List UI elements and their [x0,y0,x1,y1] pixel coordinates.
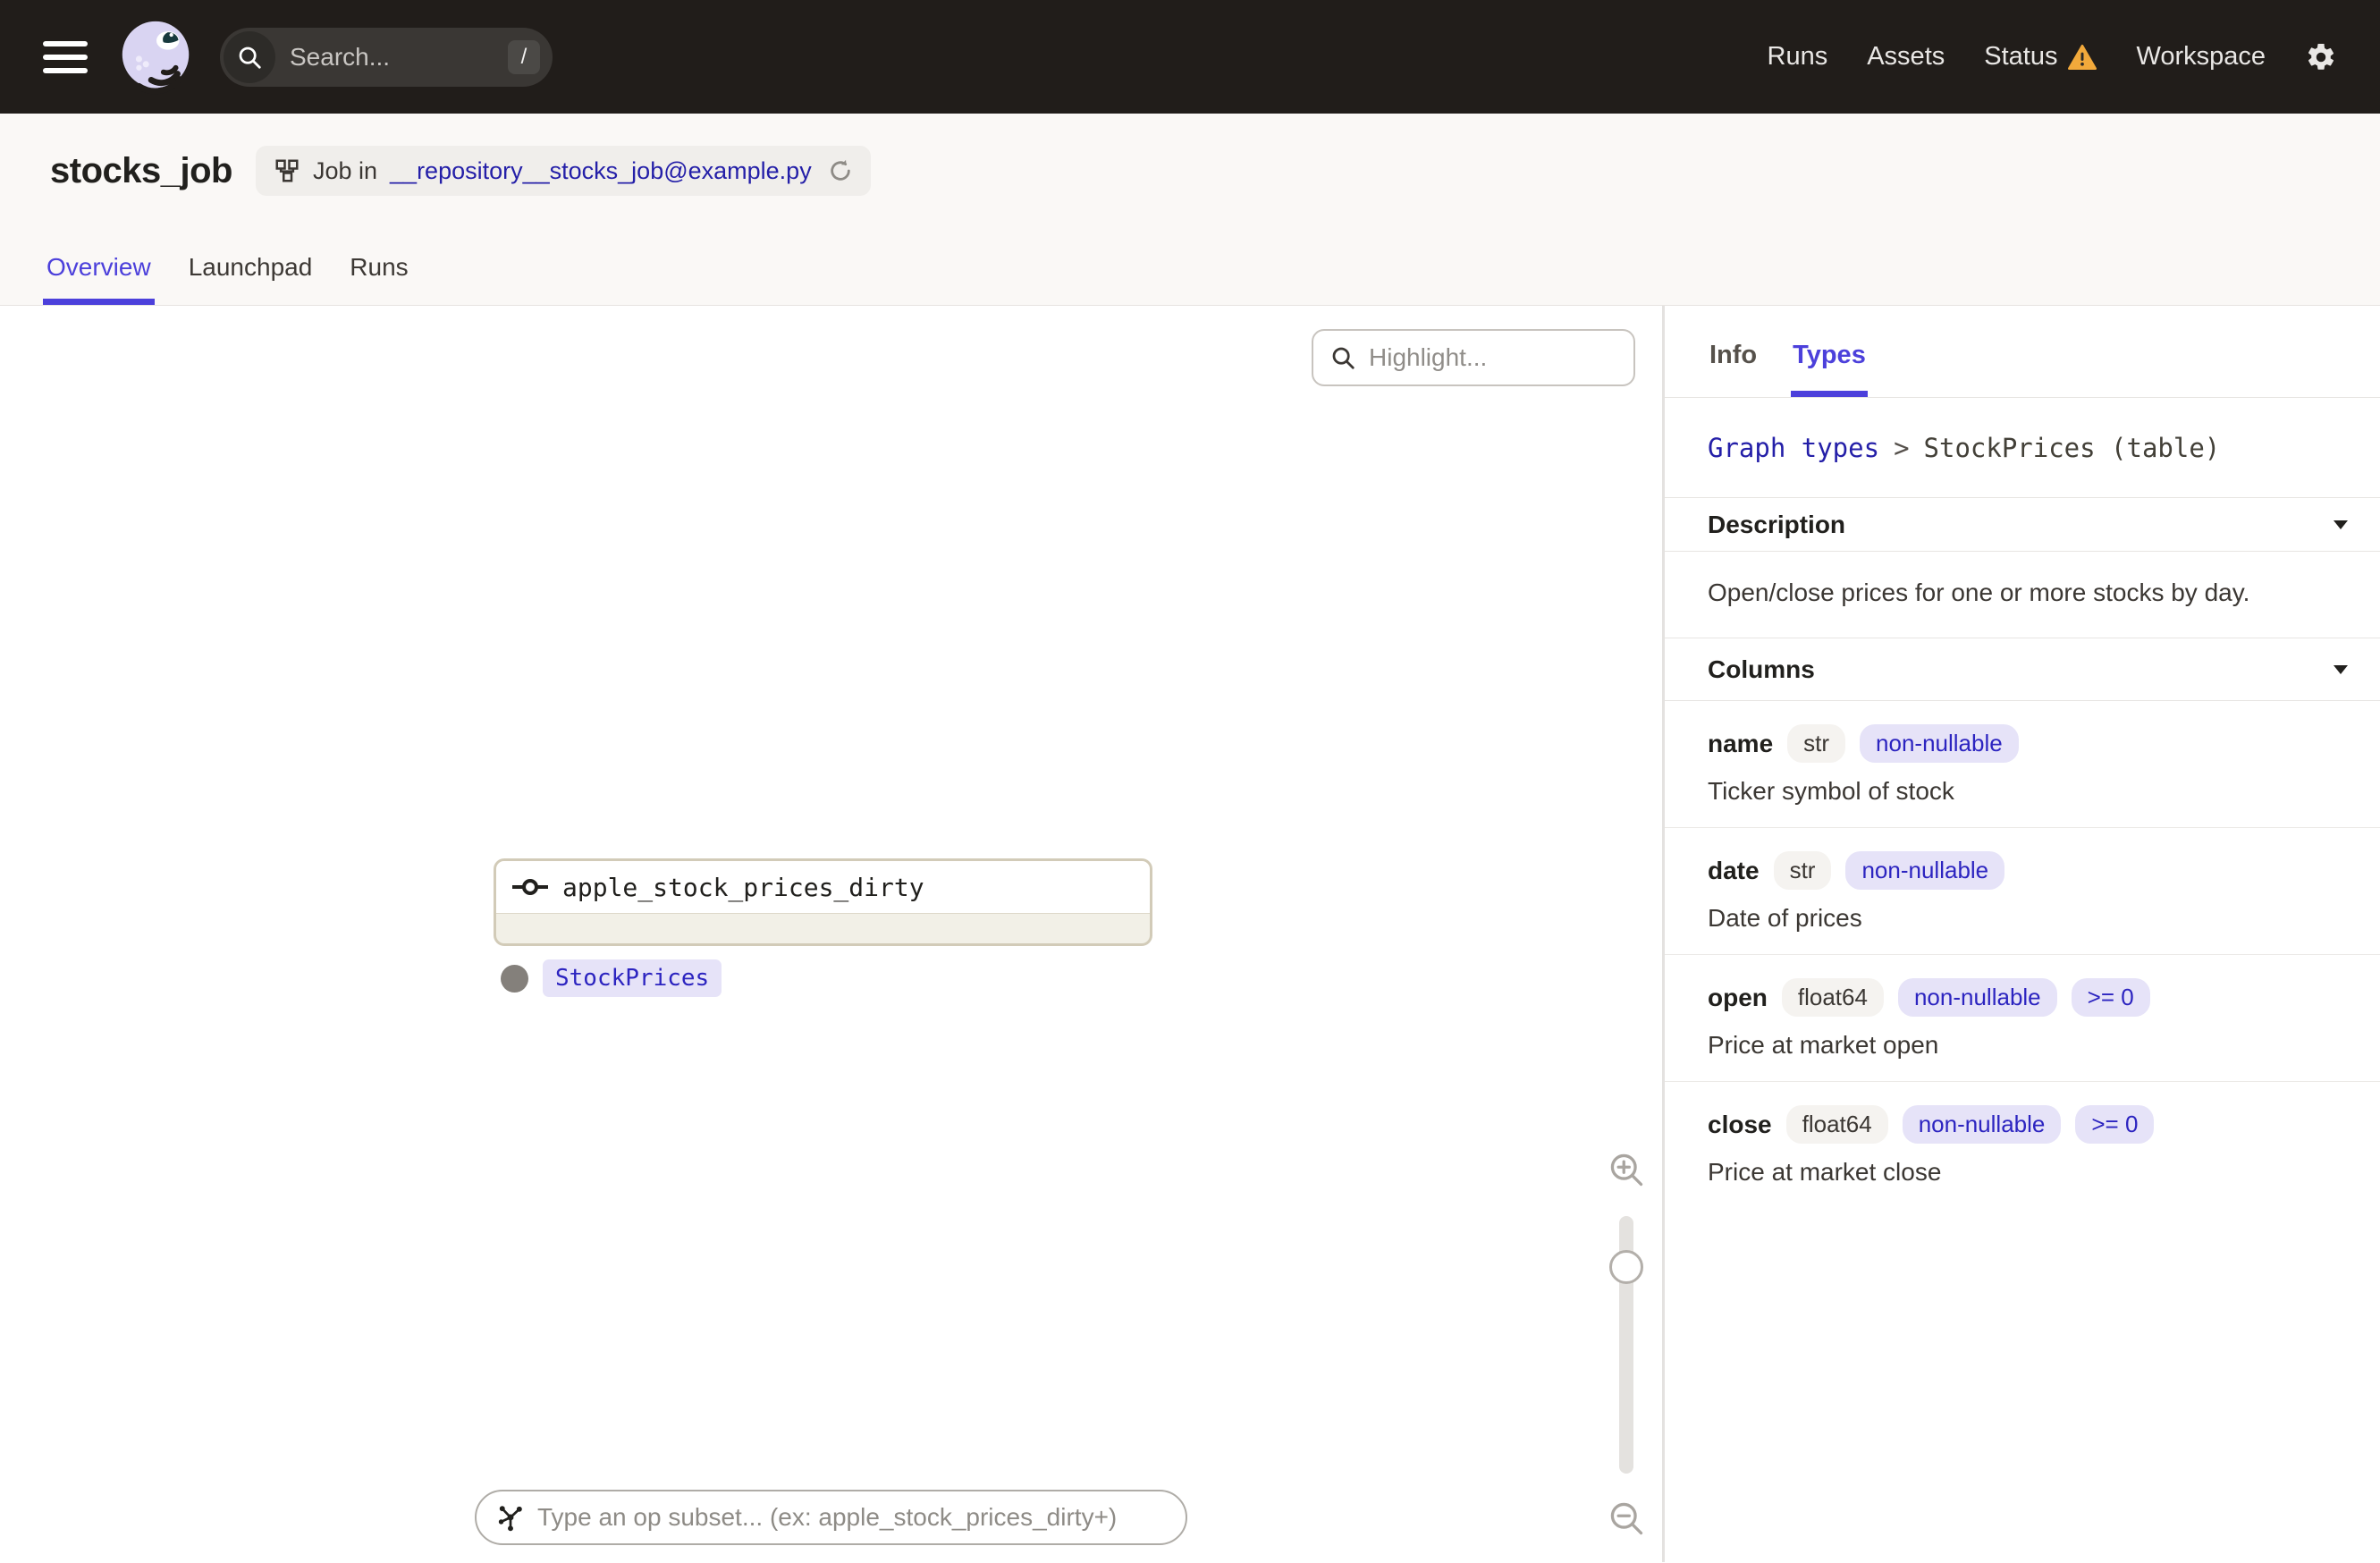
constraint-chip: non-nullable [1902,1105,2062,1144]
breadcrumb: Graph types > StockPrices (table) [1665,398,2380,498]
zoom-controls [1601,1150,1651,1538]
column-row-name: name str non-nullable Ticker symbol of s… [1665,701,2380,828]
column-description: Price at market open [1708,1031,1939,1059]
nav-item-assets[interactable]: Assets [1867,42,1945,72]
description-section-header[interactable]: Description [1665,498,2380,552]
hamburger-menu-icon[interactable] [43,40,88,73]
zoom-slider-handle[interactable] [1609,1250,1643,1284]
zoom-in-icon[interactable] [1601,1150,1651,1189]
type-chip: str [1787,724,1846,763]
type-chip: str [1773,851,1832,890]
column-description: Ticker symbol of stock [1708,777,1954,805]
job-tag-prefix: Job in [312,156,378,184]
job-graph-icon [275,159,299,182]
description-text: Open/close prices for one or more stocks… [1665,552,2380,638]
zoom-slider-track[interactable] [1609,1216,1643,1474]
page-header: stocks_job Job in __repository__stocks_j… [0,114,2380,306]
op-node-title: apple_stock_prices_dirty [562,872,924,902]
chevron-down-icon [2334,520,2348,529]
dagster-logo-icon[interactable] [113,13,200,101]
search-input[interactable] [275,42,508,72]
highlight-search [1312,329,1635,386]
sidebar-tab-info[interactable]: Info [1708,341,1759,397]
search-icon [1332,347,1355,369]
sidebar-tab-types[interactable]: Types [1791,341,1868,397]
constraint-chip: non-nullable [1860,724,2019,763]
columns-section-header[interactable]: Columns [1665,638,2380,701]
column-description: Date of prices [1708,904,1862,932]
column-row-open: open float64 non-nullable >= 0 Price at … [1665,955,2380,1082]
tab-runs[interactable]: Runs [346,253,411,305]
graph-canvas[interactable]: apple_stock_prices_dirty StockPrices [0,306,1665,1562]
op-icon [512,879,548,895]
settings-gear-icon[interactable] [2305,41,2337,73]
search-icon [224,30,275,83]
tab-overview[interactable]: Overview [43,253,155,305]
nav-item-status[interactable]: Status [1984,42,2097,72]
highlight-input[interactable] [1356,343,1617,372]
constraint-chip: >= 0 [2071,978,2150,1017]
slash-shortcut-key: / [508,39,540,74]
global-search: / [220,27,553,87]
top-nav: / Runs Assets Status Workspace [0,0,2380,114]
constraint-chip: >= 0 [2075,1105,2155,1144]
column-row-date: date str non-nullable Date of prices [1665,828,2380,955]
right-sidebar: Info Types Graph types > StockPrices (ta… [1665,306,2380,1562]
chevron-down-icon [2334,664,2348,674]
op-subset-input[interactable] [525,1503,1166,1532]
sidebar-tabs: Info Types [1665,306,2380,398]
tab-launchpad[interactable]: Launchpad [185,253,316,305]
op-subset-filter [475,1490,1187,1545]
op-selector-icon [498,1506,522,1532]
type-chip: float64 [1781,978,1884,1017]
type-tag-stockprices[interactable]: StockPrices [543,959,722,997]
column-description: Price at market close [1708,1158,1942,1186]
job-view-tabs: Overview Launchpad Runs [43,253,412,305]
breadcrumb-separator: > [1894,432,1910,463]
breadcrumb-current: StockPrices (table) [1923,432,2221,463]
constraint-chip: non-nullable [1845,851,2005,890]
column-row-close: close float64 non-nullable >= 0 Price at… [1665,1082,2380,1208]
page-title: stocks_job [50,150,232,190]
nav-item-runs[interactable]: Runs [1768,42,1828,72]
type-color-dot [501,964,528,993]
constraint-chip: non-nullable [1897,978,2057,1017]
nav-links: Runs Assets Status Workspace [1768,42,2266,72]
job-origin-tag: Job in __repository__stocks_job@example.… [255,146,871,196]
job-file-link[interactable]: __repository__stocks_job@example.py [390,157,812,185]
reload-icon[interactable] [828,158,853,183]
op-node-apple-stock-prices-dirty[interactable]: apple_stock_prices_dirty [494,858,1152,946]
zoom-out-icon[interactable] [1601,1499,1651,1538]
warning-triangle-icon [2068,44,2097,70]
nav-item-workspace[interactable]: Workspace [2136,42,2266,72]
type-chip: float64 [1785,1105,1888,1144]
breadcrumb-graph-types-link[interactable]: Graph types [1708,433,1879,463]
